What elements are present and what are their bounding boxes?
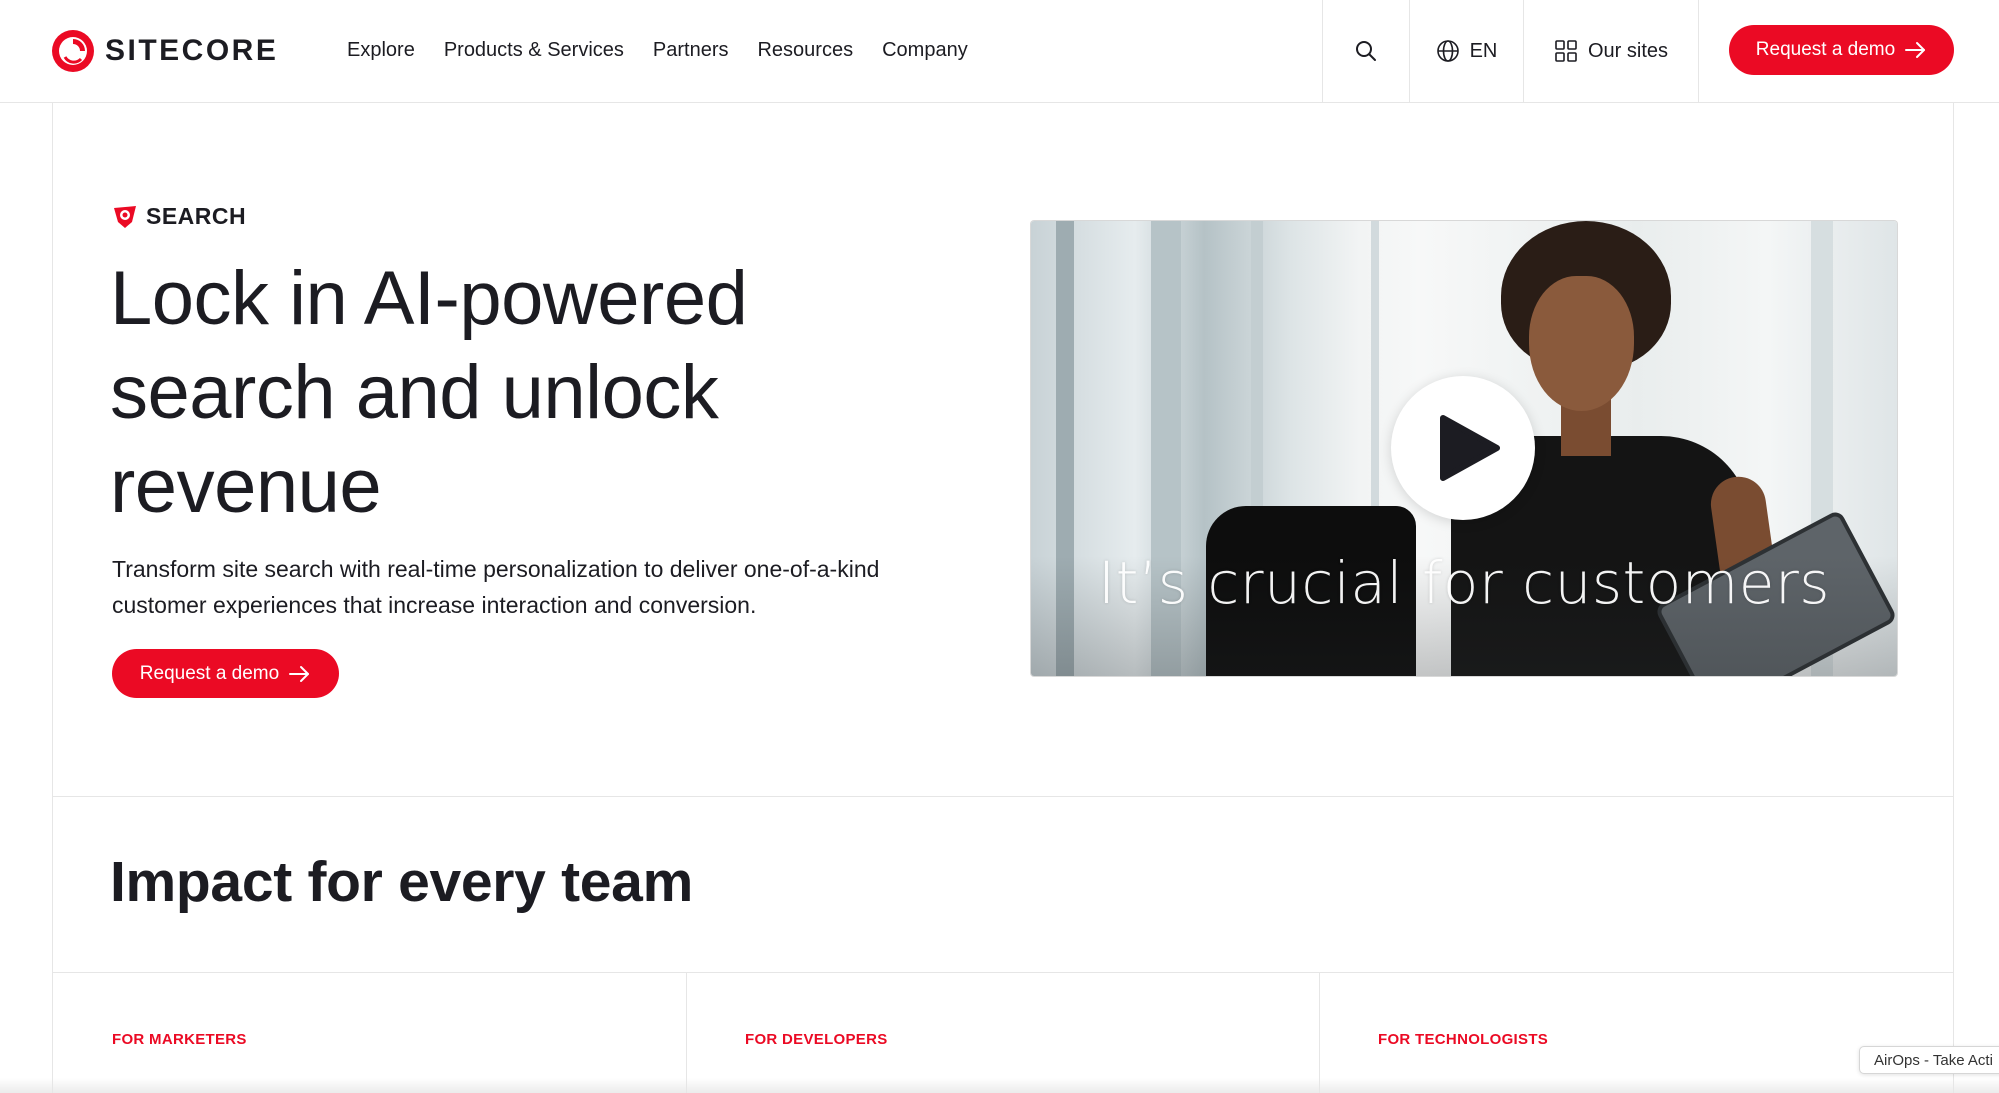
team-label-technologists: FOR TECHNOLOGISTS: [1378, 1031, 1549, 1048]
card-divider-1: [686, 972, 687, 1093]
header-demo-label: Request a demo: [1755, 39, 1896, 60]
nav-company[interactable]: Company: [882, 39, 968, 62]
nav-resources[interactable]: Resources: [757, 39, 853, 62]
nav-partners[interactable]: Partners: [653, 39, 729, 62]
frame-right-line: [1953, 103, 1954, 1093]
impact-title: Impact for every team: [110, 850, 693, 914]
airops-tab[interactable]: AirOps - Take Acti: [1859, 1046, 1999, 1074]
nav-explore[interactable]: Explore: [347, 39, 415, 62]
search-product-icon: [114, 205, 136, 228]
our-sites-button[interactable]: Our sites: [1523, 0, 1699, 102]
section-divider: [52, 796, 1953, 797]
bottom-shade: [0, 1078, 1999, 1093]
video-person-face: [1529, 276, 1634, 411]
team-label-marketers: FOR MARKETERS: [112, 1031, 247, 1048]
our-sites-label: Our sites: [1587, 39, 1669, 62]
globe-icon: [1436, 40, 1459, 62]
sitecore-logo-icon: [52, 30, 94, 72]
hero-request-demo-button[interactable]: Request a demo: [112, 649, 339, 698]
arrow-right-icon: [1905, 42, 1926, 58]
main-nav: Explore Products & Services Partners Res…: [347, 0, 997, 100]
play-icon: [1440, 415, 1500, 481]
play-button[interactable]: [1391, 376, 1535, 520]
search-icon: [1356, 41, 1376, 61]
cards-divider: [52, 972, 1953, 973]
language-selector[interactable]: EN: [1409, 0, 1523, 102]
video-caption: It’s crucial for customers: [1097, 549, 1831, 617]
language-label: EN: [1469, 39, 1498, 62]
grid-icon: [1555, 40, 1577, 62]
sitecore-logo[interactable]: SITECORE: [51, 27, 278, 75]
header-request-demo-button[interactable]: Request a demo: [1729, 25, 1954, 75]
hero-title: Lock in AI-powered search and unlock rev…: [110, 256, 748, 529]
team-label-developers: FOR DEVELOPERS: [745, 1031, 888, 1048]
card-divider-2: [1319, 972, 1320, 1093]
hero-video[interactable]: It’s crucial for customers: [1031, 221, 1897, 676]
product-eyebrow: SEARCH: [112, 203, 246, 230]
arrow-right-icon: [289, 665, 310, 682]
logo-text: SITECORE: [105, 34, 279, 67]
site-header: SITECORE Explore Products & Services Par…: [0, 0, 1999, 103]
frame-left-line: [52, 103, 53, 1093]
hero-demo-label: Request a demo: [139, 662, 280, 684]
header-search-button[interactable]: [1322, 0, 1409, 102]
nav-products-services[interactable]: Products & Services: [444, 39, 624, 62]
hero-description: Transform site search with real-time per…: [112, 556, 880, 618]
eyebrow-label: SEARCH: [146, 203, 247, 229]
